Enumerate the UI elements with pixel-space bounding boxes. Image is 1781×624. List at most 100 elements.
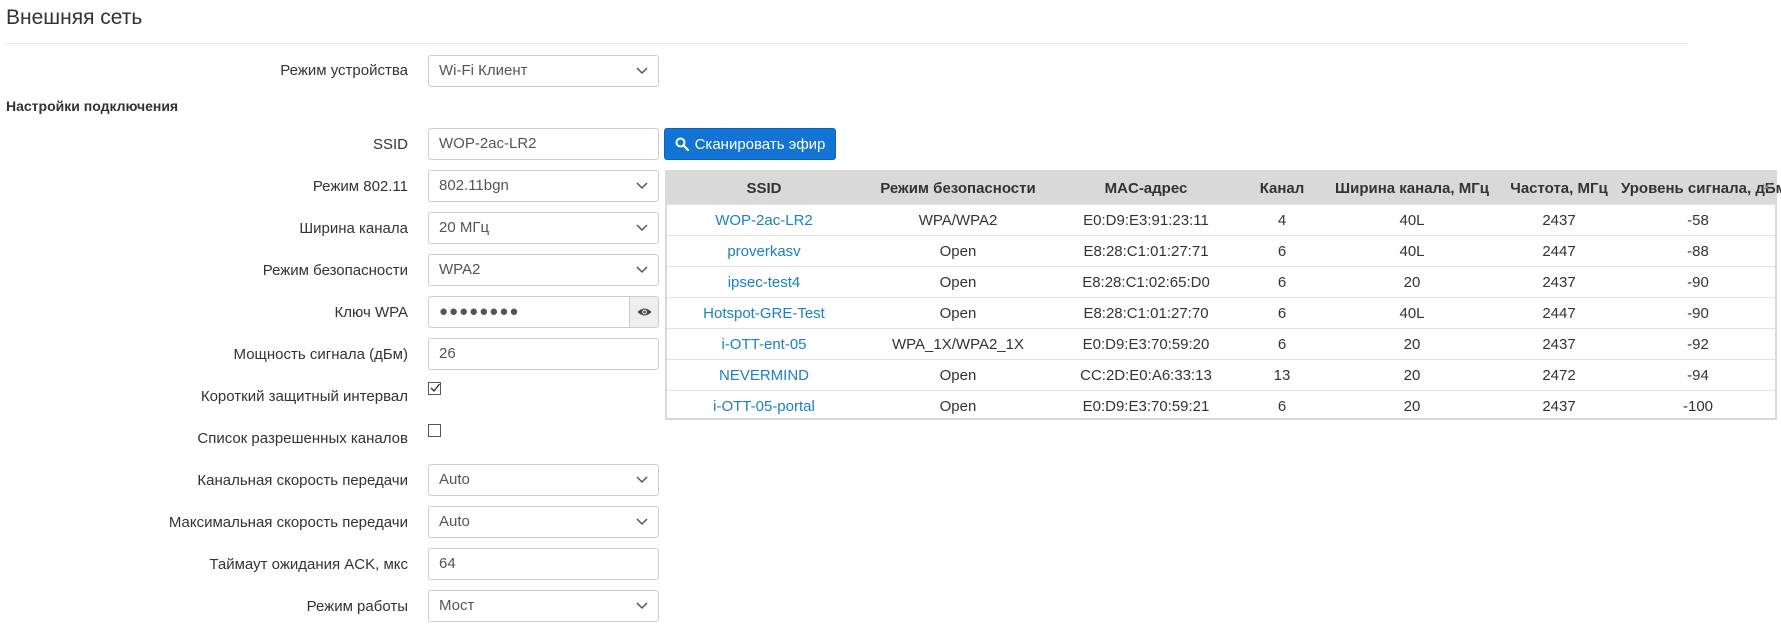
cell-channel: 13 [1237,359,1327,391]
max-rate-select[interactable]: Auto [428,506,659,538]
cell-signal: -90 [1621,266,1775,298]
cell-security: Open [861,297,1055,329]
cell-mac: E8:28:C1:01:27:71 [1055,235,1237,267]
security-mode-label: Режим безопасности [262,262,408,279]
chevron-down-icon [636,476,648,484]
device-mode-select[interactable]: Wi-Fi Клиент [428,55,659,87]
cell-security: WPA_1X/WPA2_1X [861,328,1055,360]
table-row[interactable]: NEVERMIND Open CC:2D:E0:A6:33:13 13 20 2472 -9… [667,359,1775,391]
eye-icon [637,308,651,316]
cell-width: 20 [1327,390,1497,421]
cell-ssid[interactable]: ipsec-test4 [667,266,861,298]
column-header-width[interactable]: Ширина канала, МГц [1327,172,1497,205]
work-mode-select[interactable]: Мост [428,590,659,622]
cell-frequency: 2437 [1497,204,1621,236]
cell-frequency: 2472 [1497,359,1621,391]
cell-signal: -100 [1621,390,1775,421]
table-row[interactable]: WOP-2ac-LR2 WPA/WPA2 E0:D9:E3:91:23:11 4 40L… [667,204,1775,236]
chevron-down-icon [636,182,648,190]
scan-button-label: Сканировать эфир [694,135,826,153]
cell-channel: 6 [1237,297,1327,329]
column-header-mac[interactable]: MAC-адрес [1055,172,1237,205]
cell-ssid[interactable]: proverkasv [667,235,861,267]
show-password-button[interactable] [629,297,658,327]
search-icon [675,137,689,151]
work-mode-label: Режим работы [306,598,408,615]
cell-signal: -94 [1621,359,1775,391]
column-header-security[interactable]: Режим безопасности [861,172,1055,205]
channel-rate-select[interactable]: Auto [428,464,659,496]
cell-signal: -92 [1621,328,1775,360]
cell-channel: 6 [1237,235,1327,267]
cell-channel: 6 [1237,328,1327,360]
column-header-channel[interactable]: Канал [1237,172,1327,205]
channel-width-label: Ширина канала [299,220,408,237]
section-title: Настройки подключения [6,98,179,114]
cell-mac: E0:D9:E3:70:59:21 [1055,390,1237,421]
cell-mac: CC:2D:E0:A6:33:13 [1055,359,1237,391]
scan-results-panel: SSID Режим безопасности MAC-адрес Канал … [665,170,1781,421]
device-mode-value: Wi-Fi Клиент [439,62,528,79]
cell-mac: E8:28:C1:01:27:70 [1055,297,1237,329]
table-row[interactable]: proverkasv Open E8:28:C1:01:27:71 6 40L 2447-… [667,235,1775,267]
short-gi-label: Короткий защитный интервал [200,388,408,405]
cell-frequency: 2437 [1497,266,1621,298]
table-row[interactable]: i-OTT-ent-05 WPA_1X/WPA2_1X E0:D9:E3:70:59… [667,328,1775,360]
column-header-frequency[interactable]: Частота, МГц [1497,172,1621,205]
chevron-down-icon [636,67,648,75]
ssid-input[interactable]: WOP-2ac-LR2 [428,128,659,160]
cell-security: Open [861,359,1055,391]
tx-power-input[interactable]: 26 [428,338,659,370]
cell-security: Open [861,266,1055,298]
cell-mac: E0:D9:E3:91:23:11 [1055,204,1237,236]
cell-frequency: 2437 [1497,390,1621,421]
allowed-channels-label: Список разрешенных каналов [197,430,408,447]
cell-ssid[interactable]: i-OTT-05-portal [667,390,861,421]
column-header-ssid[interactable]: SSID [667,172,861,205]
cell-width: 40L [1327,235,1497,267]
wpa-key-label: Ключ WPA [334,304,408,321]
cell-security: Open [861,235,1055,267]
cell-width: 20 [1327,359,1497,391]
close-icon[interactable]: × [1762,180,1771,196]
scan-results-table: SSID Режим безопасности MAC-адрес Канал … [667,172,1781,421]
wpa-key-input[interactable]: ●●●●●●●● [428,296,659,328]
cell-signal: -58 [1621,204,1775,236]
cell-ssid[interactable]: i-OTT-ent-05 [667,328,861,360]
table-row[interactable]: i-OTT-05-portal Open E0:D9:E3:70:59:21 6 20 2… [667,390,1775,421]
column-header-signal[interactable]: Уровень сигнала, дБм [1621,172,1781,205]
cell-frequency: 2447 [1497,297,1621,329]
cell-channel: 4 [1237,204,1327,236]
cell-ssid[interactable]: NEVERMIND [667,359,861,391]
max-rate-value: Auto [439,513,470,530]
channel-rate-label: Канальная скорость передачи [197,472,408,489]
allowed-channels-checkbox[interactable] [428,424,441,437]
max-rate-label: Максимальная скорость передачи [168,514,408,531]
security-mode-value: WPA2 [439,261,481,278]
title-divider [6,43,1688,44]
ssid-label: SSID [372,136,408,153]
cell-frequency: 2437 [1497,328,1621,360]
scan-button[interactable]: Сканировать эфир [664,128,836,160]
cell-width: 20 [1327,328,1497,360]
tx-power-label: Мощность сигнала (дБм) [233,346,408,363]
cell-ssid[interactable]: Hotspot-GRE-Test [667,297,861,329]
cell-ssid[interactable]: WOP-2ac-LR2 [667,204,861,236]
wpa-key-value: ●●●●●●●● [439,303,520,320]
chevron-down-icon [636,602,648,610]
cell-channel: 6 [1237,266,1327,298]
table-row[interactable]: ipsec-test4 Open E8:28:C1:02:65:D0 6 20 2437-… [667,266,1775,298]
security-mode-select[interactable]: WPA2 [428,254,659,286]
chevron-down-icon [636,518,648,526]
ack-timeout-input[interactable]: 64 [428,548,659,580]
channel-rate-value: Auto [439,471,470,488]
cell-signal: -88 [1621,235,1775,267]
cell-width: 20 [1327,266,1497,298]
cell-width: 40L [1327,297,1497,329]
chevron-down-icon [636,266,648,274]
table-row[interactable]: Hotspot-GRE-Test Open E8:28:C1:01:27:70 6 40… [667,297,1775,329]
short-gi-checkbox[interactable] [428,382,441,395]
ack-timeout-label: Таймаут ожидания ACK, мкс [209,556,408,573]
channel-width-select[interactable]: 20 МГц [428,212,659,244]
mode-80211-select[interactable]: 802.11bgn [428,170,659,202]
